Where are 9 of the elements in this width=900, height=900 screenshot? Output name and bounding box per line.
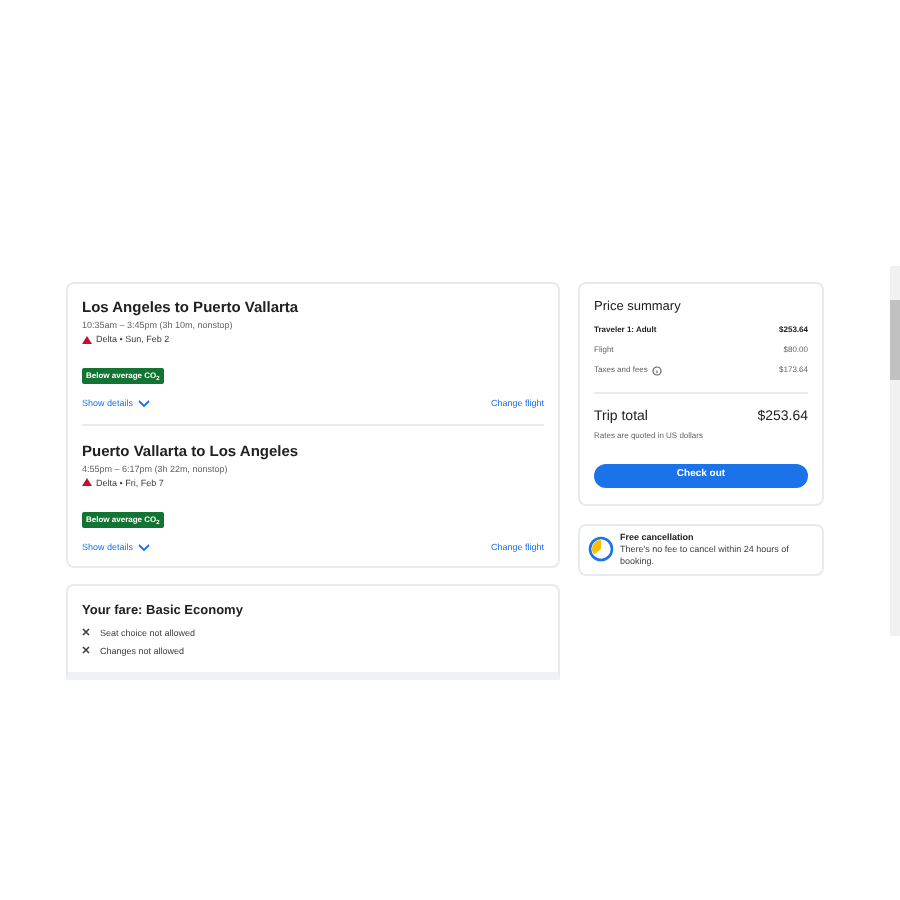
clock-icon [588,536,614,562]
scrollbar[interactable] [890,266,900,636]
chevron-down-icon [137,544,150,553]
close-icon [82,628,90,636]
close-icon [82,646,90,654]
chevron-down-icon [137,400,150,409]
airline-logo-icon [82,478,92,487]
airline-logo-icon [82,335,92,343]
info-icon[interactable] [651,365,662,375]
